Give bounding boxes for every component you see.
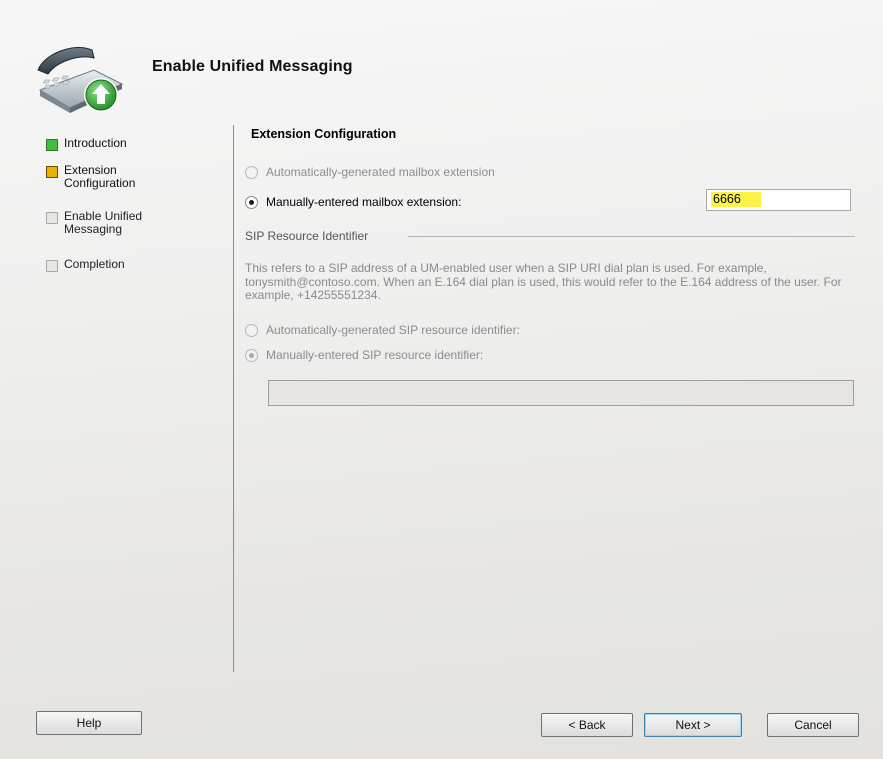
extension-value: 6666 [711, 192, 761, 207]
step-label: Enable Unified Messaging [64, 209, 143, 236]
back-button[interactable]: < Back [541, 713, 633, 737]
radio-label: Manually-entered mailbox extension: [266, 195, 462, 209]
radio-button[interactable] [245, 323, 258, 337]
step-done-indicator [46, 139, 58, 151]
radio-manual-sip[interactable]: Manually-entered SIP resource identifier… [245, 348, 483, 362]
group-divider [408, 236, 855, 237]
step-pending-indicator [46, 260, 58, 272]
sip-group-label: SIP Resource Identifier [245, 229, 369, 243]
step-current-indicator [46, 166, 58, 178]
radio-label: Manually-entered SIP resource identifier… [266, 348, 484, 362]
step-enable-unified-messaging: Enable Unified Messaging [46, 210, 164, 236]
help-button[interactable]: Help [36, 711, 142, 735]
wizard-header: Enable Unified Messaging [0, 0, 883, 118]
radio-auto-sip[interactable]: Automatically-generated SIP resource ide… [245, 323, 520, 337]
extension-input[interactable]: 6666 [706, 189, 851, 211]
step-completion: Completion [46, 258, 174, 272]
sip-description: This refers to a SIP address of a UM-ena… [245, 261, 842, 302]
phone-with-green-arrow-icon [34, 40, 130, 116]
radio-button[interactable] [245, 165, 258, 179]
radio-label: Automatically-generated SIP resource ide… [266, 323, 520, 337]
radio-auto-extension[interactable]: Automatically-generated mailbox extensio… [245, 165, 495, 179]
step-label: Introduction [64, 136, 127, 150]
cancel-button[interactable]: Cancel [767, 713, 859, 737]
step-label: Extension Configuration [64, 163, 136, 190]
step-label: Completion [64, 257, 125, 271]
section-title: Extension Configuration [251, 127, 397, 141]
radio-manual-extension[interactable]: Manually-entered mailbox extension: [245, 195, 461, 209]
sip-identifier-input[interactable] [268, 380, 854, 406]
sidebar-divider [233, 125, 234, 672]
next-button[interactable]: Next > [644, 713, 742, 737]
radio-button[interactable] [245, 348, 258, 362]
radio-button[interactable] [245, 195, 258, 209]
step-pending-indicator [46, 212, 58, 224]
radio-label: Automatically-generated mailbox extensio… [266, 165, 495, 179]
wizard-title: Enable Unified Messaging [152, 58, 353, 75]
step-extension-configuration: Extension Configuration [46, 164, 159, 190]
step-introduction: Introduction [46, 137, 174, 151]
